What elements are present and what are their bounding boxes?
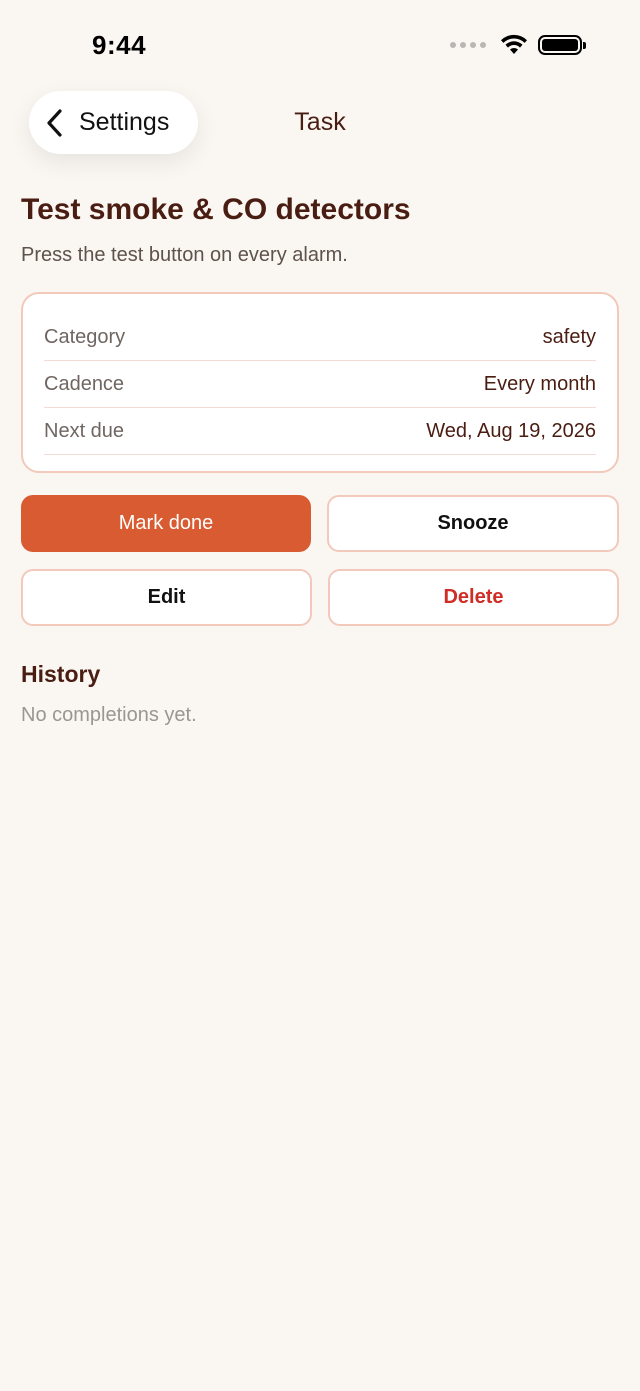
nav-title: Task	[294, 108, 346, 136]
task-title: Test smoke & CO detectors	[21, 193, 411, 226]
detail-value: Wed, Aug 19, 2026	[426, 419, 596, 442]
detail-value: Every month	[483, 372, 596, 395]
cellular-signal-icon	[450, 42, 486, 48]
snooze-button[interactable]: Snooze	[327, 495, 619, 552]
status-time: 9:44	[92, 30, 147, 60]
delete-button[interactable]: Delete	[328, 569, 619, 626]
mark-done-button[interactable]: Mark done	[21, 495, 311, 552]
detail-row-next-due: Next due Wed, Aug 19, 2026	[44, 408, 596, 455]
history-empty-text: No completions yet.	[21, 704, 197, 726]
history-heading: History	[21, 661, 101, 687]
task-description: Press the test button on every alarm.	[21, 244, 348, 266]
status-icons	[450, 34, 586, 56]
wifi-icon	[501, 34, 527, 54]
edit-button[interactable]: Edit	[21, 569, 312, 626]
task-detail-screen: 9:44 Settings Task Test smoke & CO detec…	[0, 0, 640, 1391]
detail-row-cadence: Cadence Every month	[44, 361, 596, 408]
task-details-card: Category safety Cadence Every month Next…	[21, 292, 619, 473]
detail-label: Category	[44, 325, 126, 348]
detail-value: safety	[542, 325, 596, 348]
detail-label: Next due	[44, 419, 125, 442]
battery-icon	[538, 35, 586, 55]
detail-row-category: Category safety	[44, 314, 596, 361]
detail-label: Cadence	[44, 372, 125, 395]
status-bar: 9:44	[0, 0, 640, 90]
